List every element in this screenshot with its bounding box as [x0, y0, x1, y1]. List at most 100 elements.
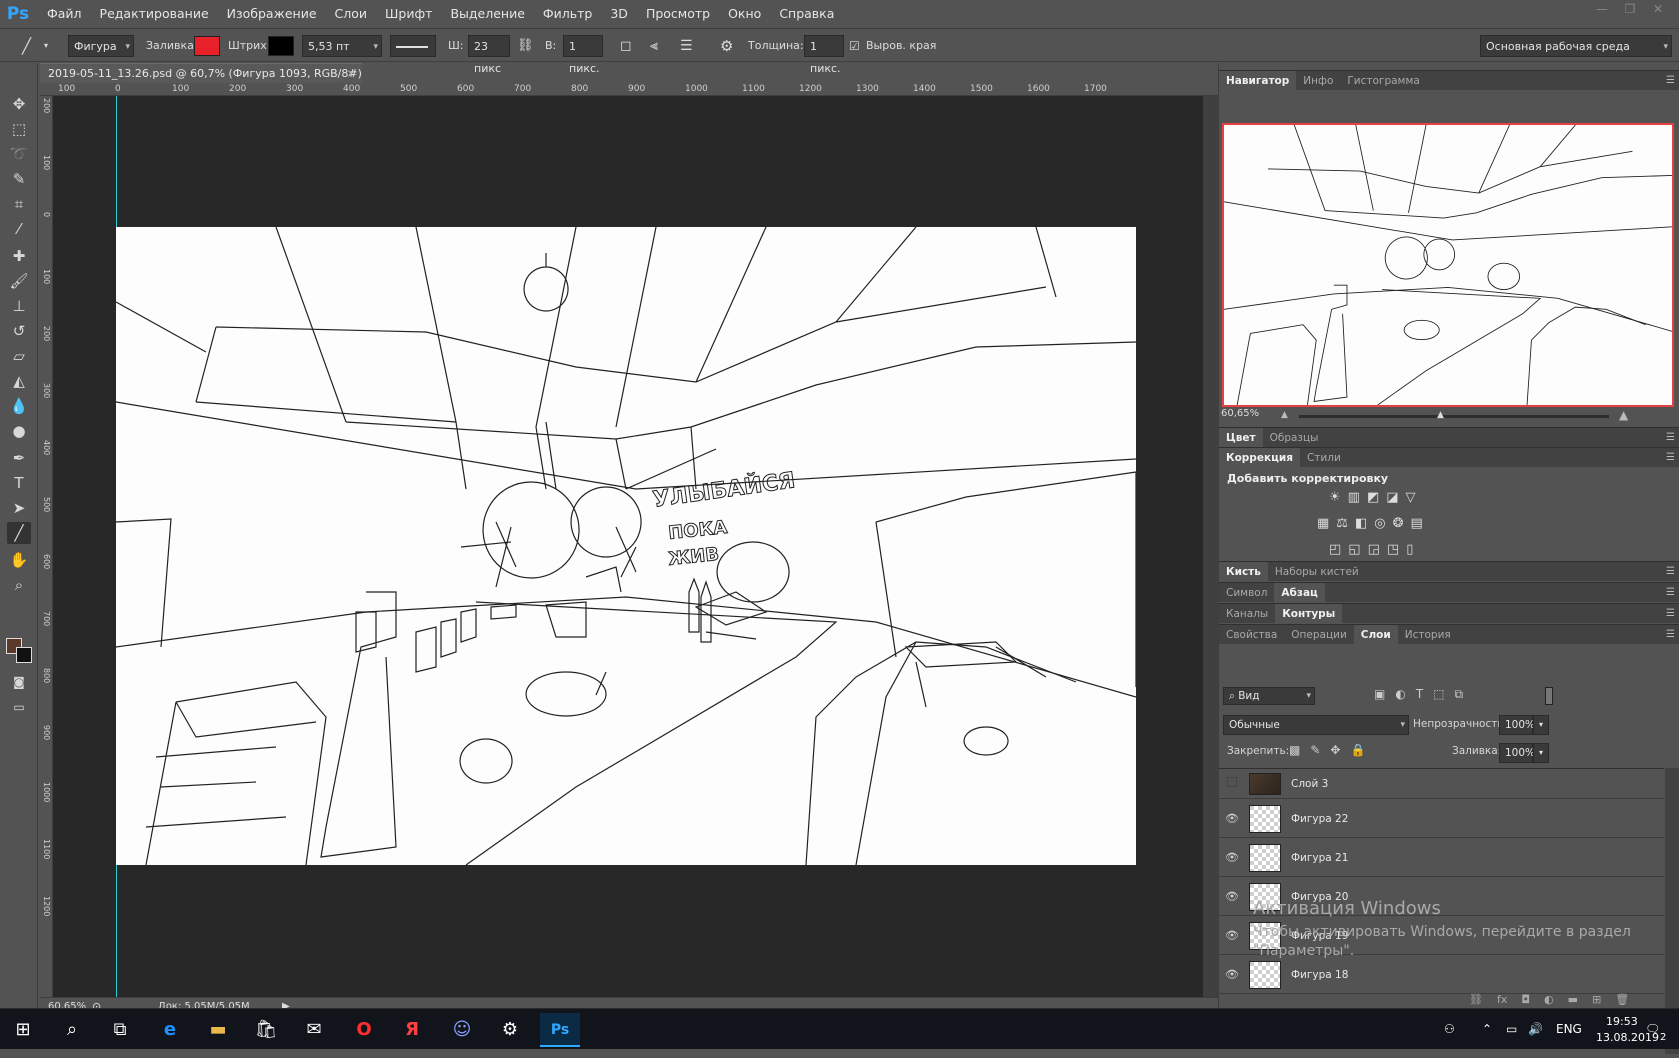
move-tool-icon[interactable]: ✥ [7, 93, 31, 115]
opacity-input[interactable]: 100% [1499, 715, 1535, 735]
task-view-icon[interactable]: ⧉ [100, 1013, 140, 1047]
tab-channels[interactable]: Каналы [1219, 604, 1275, 624]
search-icon[interactable]: ⌕ [52, 1013, 92, 1047]
path-arrange-icon[interactable]: ☰ [680, 35, 693, 57]
navigator-zoom-slider[interactable] [1299, 415, 1609, 418]
fill-color-swatch[interactable] [194, 36, 220, 56]
gear-icon[interactable]: ⚙ [720, 35, 733, 57]
store-icon[interactable]: 🛍 [246, 1013, 286, 1047]
eyedropper-tool-icon[interactable]: ⁄ [7, 218, 31, 240]
windows-start-icon[interactable]: ⊞ [3, 1013, 43, 1047]
menu-layers[interactable]: Слои [326, 0, 377, 27]
tab-paths[interactable]: Контуры [1275, 603, 1343, 624]
menu-file[interactable]: Файл [38, 0, 91, 27]
filter-adjust-icon[interactable]: ◐ [1395, 687, 1405, 702]
panel-menu-icon[interactable]: ☰ [1666, 452, 1675, 463]
lock-transparency-icon[interactable]: ▩ [1289, 743, 1300, 757]
quick-mask-icon[interactable]: ◙ [7, 671, 31, 693]
workspace-select[interactable]: Основная рабочая среда [1480, 35, 1672, 58]
document-tab[interactable]: 2019-05-11_13.26.psd @ 60,7% (Фигура 109… [40, 63, 362, 99]
shape-mode-select[interactable]: Фигура [68, 35, 134, 58]
fx-icon[interactable]: fx [1497, 993, 1507, 1006]
brightness-icon[interactable]: ☀ [1329, 490, 1341, 505]
pen-tool-icon[interactable]: ✒ [7, 447, 31, 469]
exposure-icon[interactable]: ◪ [1386, 490, 1398, 505]
tab-actions[interactable]: Операции [1284, 625, 1353, 645]
link-icon[interactable]: ⛓ [517, 35, 534, 57]
layer-row[interactable]: 👁 Фигура 22 [1219, 800, 1664, 838]
eraser-tool-icon[interactable]: ▱ [7, 345, 31, 367]
stroke-width-input[interactable]: 5,53 пт [302, 35, 382, 58]
fill-input[interactable]: 100% [1499, 743, 1535, 763]
menu-type[interactable]: Шрифт [376, 0, 441, 27]
layer-row[interactable]: 👁 Фигура 21 [1219, 839, 1664, 877]
photoshop-taskbar-icon[interactable]: Ps [540, 1013, 580, 1047]
tab-layers[interactable]: Слои [1353, 624, 1398, 645]
eye-icon[interactable]: 👁 [1219, 812, 1245, 825]
filter-shape-icon[interactable]: ⬚ [1433, 687, 1444, 702]
tab-swatches[interactable]: Образцы [1263, 428, 1326, 448]
lock-position-icon[interactable]: ✥ [1330, 743, 1340, 757]
new-group-icon[interactable]: ▬ [1568, 993, 1578, 1006]
tab-properties[interactable]: Свойства [1219, 625, 1284, 645]
blur-tool-icon[interactable]: 💧 [7, 395, 31, 417]
panel-menu-icon[interactable]: ☰ [1666, 432, 1675, 443]
eye-icon[interactable]: 👁 [1219, 890, 1245, 903]
visibility-toggle[interactable] [1219, 777, 1245, 790]
tab-color[interactable]: Цвет [1219, 427, 1263, 448]
lock-pixels-icon[interactable]: ✎ [1310, 743, 1320, 757]
tool-preset-dropdown[interactable]: ▾ [44, 35, 48, 57]
navigator-preview[interactable] [1222, 123, 1674, 407]
channel-mixer-icon[interactable]: ❂ [1393, 516, 1404, 531]
yandex-icon[interactable]: Я [392, 1013, 432, 1047]
show-hidden-icons-icon[interactable]: ⌃ [1482, 1009, 1492, 1050]
stamp-tool-icon[interactable]: ⊥ [7, 295, 31, 317]
zoom-tool-icon[interactable]: ⌕ [7, 574, 31, 596]
tab-paragraph[interactable]: Абзац [1274, 582, 1325, 603]
stroke-type-select[interactable] [390, 35, 436, 57]
color-balance-icon[interactable]: ⚖ [1336, 516, 1348, 531]
fill-dropdown-icon[interactable]: ▾ [1533, 743, 1549, 763]
thickness-input[interactable]: 1 пикс. [804, 35, 844, 75]
width-input[interactable]: 23 пикс [468, 35, 510, 75]
filter-pixel-icon[interactable]: ▣ [1374, 687, 1385, 702]
tab-info[interactable]: Инфо [1296, 71, 1340, 91]
line-tool-icon[interactable]: ╱ [22, 35, 31, 57]
hand-tool-icon[interactable]: ✋ [7, 549, 31, 571]
gradient-map-icon[interactable]: ▯ [1406, 542, 1413, 557]
healing-tool-icon[interactable]: ✚ [7, 245, 31, 267]
type-tool-icon[interactable]: T [7, 472, 31, 494]
tab-histogram[interactable]: Гистограмма [1340, 71, 1426, 91]
path-align-icon[interactable]: ⫷ [650, 35, 658, 57]
eye-icon[interactable]: 👁 [1219, 968, 1245, 981]
selective-color-icon[interactable]: ◳ [1387, 542, 1399, 557]
menu-filter[interactable]: Фильтр [534, 0, 601, 27]
close-tab-icon[interactable]: × [347, 64, 356, 83]
tab-character[interactable]: Символ [1219, 583, 1274, 603]
add-mask-icon[interactable]: ◘ [1521, 993, 1530, 1006]
restore-icon[interactable]: ❐ [1619, 0, 1641, 18]
menu-select[interactable]: Выделение [441, 0, 533, 27]
steam-icon[interactable]: ⚙ [490, 1013, 530, 1047]
height-input[interactable]: 1 пикс. [563, 35, 603, 75]
screen-mode-icon[interactable]: ▭ [7, 696, 31, 718]
filter-toggle[interactable] [1545, 687, 1553, 705]
tab-adjustments[interactable]: Коррекция [1219, 447, 1300, 468]
panel-menu-icon[interactable]: ☰ [1666, 629, 1675, 640]
zoom-in-icon[interactable]: ▲ [1619, 408, 1628, 422]
close-icon[interactable]: ✕ [1647, 0, 1669, 18]
language-indicator[interactable]: ENG [1556, 1009, 1582, 1050]
link-layers-icon[interactable]: ⛓ [1469, 993, 1483, 1006]
tab-styles[interactable]: Стили [1300, 448, 1348, 468]
notification-icon[interactable]: 🗨 [1645, 1009, 1660, 1050]
levels-icon[interactable]: ▥ [1348, 490, 1360, 505]
panel-menu-icon[interactable]: ☰ [1666, 608, 1675, 619]
marquee-tool-icon[interactable]: ⬚ [7, 118, 31, 140]
invert-icon[interactable]: ◰ [1329, 542, 1341, 557]
quick-select-tool-icon[interactable]: ✎ [7, 168, 31, 190]
opera-icon[interactable]: O [344, 1013, 384, 1047]
menu-edit[interactable]: Редактирование [91, 0, 218, 27]
bw-icon[interactable]: ◧ [1355, 516, 1367, 531]
filter-smart-icon[interactable]: ⧉ [1455, 687, 1464, 702]
history-brush-icon[interactable]: ↺ [7, 320, 31, 342]
